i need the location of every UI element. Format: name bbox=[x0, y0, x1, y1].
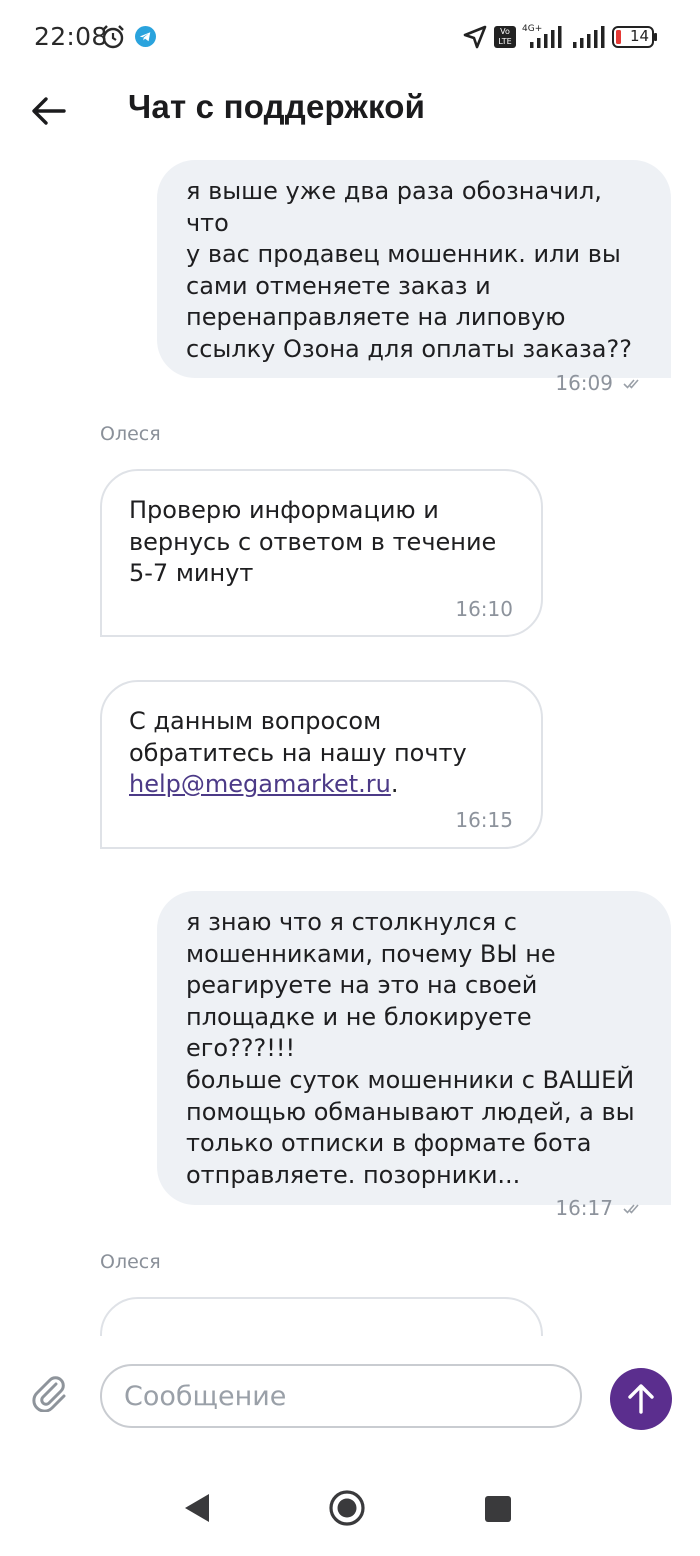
nav-home-icon[interactable] bbox=[328, 1489, 366, 1527]
message-outgoing: я знаю что я столкнулся с мошенниками, п… bbox=[157, 891, 671, 1220]
status-bar: 22:08 Vo LTE 4G+ bbox=[0, 0, 700, 72]
nav-back-icon[interactable] bbox=[182, 1492, 212, 1524]
message-text: я выше уже два раза обозначил, что у вас… bbox=[186, 177, 632, 363]
network-type: 4G+ bbox=[522, 24, 542, 34]
message-incoming: С данным вопросом обратитесь на нашу поч… bbox=[100, 680, 543, 849]
message-input[interactable] bbox=[100, 1364, 582, 1428]
message-composer bbox=[0, 1336, 700, 1456]
telegram-icon bbox=[135, 26, 156, 47]
message-incoming bbox=[100, 1297, 543, 1336]
message-time: 16:15 bbox=[455, 807, 513, 832]
message-meta: 16:17 bbox=[186, 1196, 641, 1220]
status-time: 22:08 bbox=[34, 22, 108, 51]
chat-header: Чат с поддержкой bbox=[0, 72, 700, 152]
message-text: я знаю что я столкнулся с мошенниками, п… bbox=[186, 908, 635, 1189]
location-icon bbox=[463, 25, 487, 49]
message-text-part: С данным вопросом обратитесь на нашу поч… bbox=[129, 707, 467, 767]
page-title: Чат с поддержкой bbox=[128, 88, 426, 125]
message-time: 16:10 bbox=[455, 596, 513, 621]
paperclip-icon[interactable] bbox=[30, 1372, 68, 1412]
message-meta: 16:15 bbox=[129, 808, 513, 832]
arrow-left-icon[interactable] bbox=[30, 92, 68, 130]
message-meta: 16:10 bbox=[129, 597, 513, 621]
battery-level: 14 bbox=[630, 27, 650, 45]
volte-icon: Vo LTE bbox=[494, 26, 516, 48]
message-incoming: Проверю информацию и вернусь с ответом в… bbox=[100, 469, 543, 637]
send-button[interactable] bbox=[610, 1368, 672, 1430]
email-link[interactable]: help@megamarket.ru bbox=[129, 770, 391, 798]
message-text-part: . bbox=[390, 770, 399, 799]
message-time: 16:17 bbox=[555, 1196, 613, 1221]
message-time: 16:09 bbox=[555, 370, 613, 395]
signal-icon bbox=[573, 26, 605, 48]
sender-name: Олеся bbox=[100, 423, 161, 445]
message-list[interactable]: я выше уже два раза обозначил, что у вас… bbox=[0, 152, 700, 1336]
message-text: Проверю информацию и вернусь с ответом в… bbox=[129, 496, 497, 588]
message-outgoing: я выше уже два раза обозначил, что у вас… bbox=[157, 160, 671, 395]
system-nav-bar bbox=[0, 1456, 700, 1556]
signal-icon: 4G+ bbox=[522, 24, 562, 48]
message-text: С данным вопросом обратитесь на нашу поч… bbox=[129, 706, 513, 801]
sender-name: Олеся bbox=[100, 1251, 161, 1273]
alarm-icon bbox=[102, 25, 124, 49]
message-meta: 16:09 bbox=[186, 371, 641, 395]
nav-recents-icon[interactable] bbox=[484, 1495, 512, 1523]
arrow-up-icon bbox=[628, 1384, 654, 1414]
double-check-icon bbox=[623, 379, 639, 389]
double-check-icon bbox=[623, 1204, 639, 1215]
